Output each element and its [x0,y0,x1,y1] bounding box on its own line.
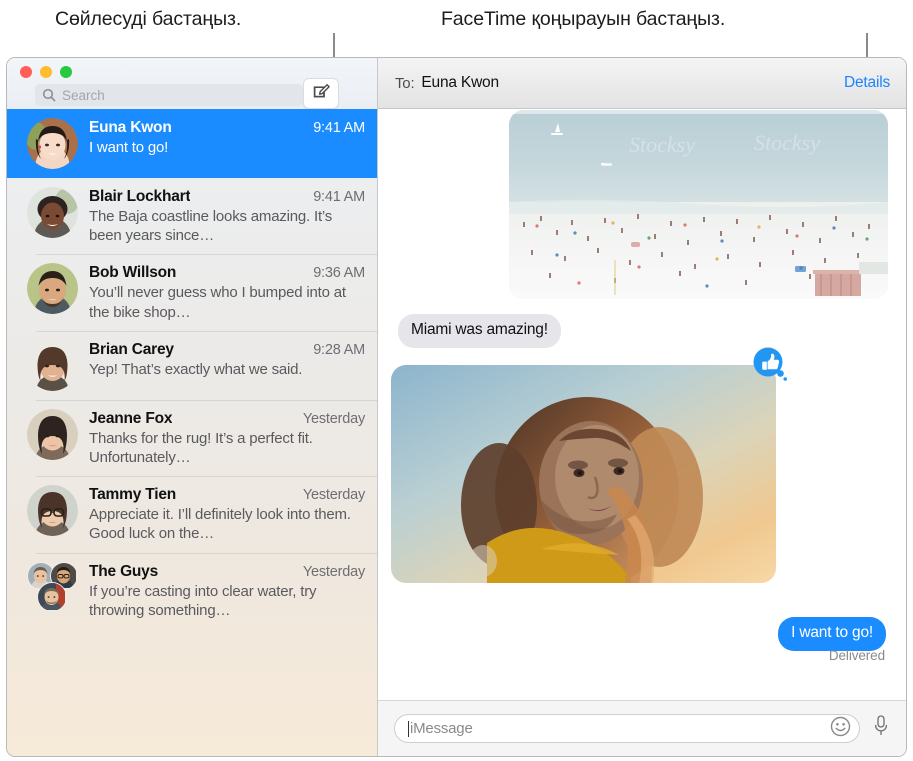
conversation-text: Brian Carey 9:28 AM Yep! That’s exactly … [89,340,365,379]
conversation-name: The Guys [89,562,159,580]
message-status-delivered: Delivered [828,648,885,663]
sidebar-toolbar: Search [7,58,377,109]
avatar [27,263,78,315]
traffic-lights [20,66,72,78]
conversation-row-the-guys[interactable]: The Guys Yesterday If you’re casting int… [7,552,377,629]
svg-text:Stocksy: Stocksy [629,132,695,157]
zoom-window-button[interactable] [60,66,72,78]
conversation-time: Yesterday [302,410,365,427]
conversation-text: Jeanne Fox Yesterday Thanks for the rug!… [89,409,365,467]
screenshot-root: Сөйлесуді бастаңыз. FaceTime қоңырауын б… [0,0,913,761]
imessage-placeholder: iMessage [410,720,473,737]
conversation-preview: The Baja coastline looks amazing. It’s b… [89,208,333,245]
conversation-preview: Thanks for the rug! It’s a perfect fit. … [89,429,313,466]
conversation-list[interactable]: Euna Kwon 9:41 AM I want to go! Blair Lo… [7,109,377,756]
conversation-text: Euna Kwon 9:41 AM I want to go! [89,118,365,157]
conversation-time: 9:41 AM [313,189,365,205]
conversation-time: 9:36 AM [313,265,365,282]
dictation-button[interactable] [870,715,892,743]
minimize-window-button[interactable] [40,66,52,78]
search-icon [42,88,56,102]
messages-window: Search Euna Kwon 9:41 AM I want to go! B… [6,57,907,757]
conversation-name: Jeanne Fox [89,409,173,427]
smiley-icon[interactable] [830,716,851,742]
message-photo-portrait[interactable] [391,365,776,583]
conversation-name: Brian Carey [89,340,174,358]
conversation-time: Yesterday [302,487,365,504]
group-avatar-member-3 [37,581,67,612]
conversation-row-tammy-tien[interactable]: Tammy Tien Yesterday Appreciate it. I’ll… [7,476,377,552]
message-thread: Stocksy Stocksy Miami was amazing! I wan… [378,109,906,700]
conversation-name: Bob Willson [89,264,177,282]
conversation-preview: Yep! That’s exactly what we said. [89,360,303,378]
avatar [27,187,78,238]
conversation-name: Blair Lockhart [89,188,191,205]
message-photo-beach[interactable]: Stocksy Stocksy [509,110,888,299]
conversation-row-blair-lockhart[interactable]: Blair Lockhart 9:41 AM The Baja coastlin… [7,178,377,254]
sidebar: Search Euna Kwon 9:41 AM I want to go! B… [7,58,378,756]
compose-button[interactable] [303,78,339,109]
group-avatar [27,561,78,613]
avatar [27,118,78,169]
conversation-text: Blair Lockhart 9:41 AM The Baja coastlin… [89,187,365,245]
svg-text:Stocksy: Stocksy [754,130,820,155]
tapback-thumbs-up-icon[interactable] [751,346,789,384]
message-bubble-incoming-text[interactable]: Miami was amazing! [398,314,561,348]
conversation-row-bob-willson[interactable]: Bob Willson 9:36 AM You’ll never guess w… [7,254,377,330]
callout-label-start-conversation: Сөйлесуді бастаңыз. [55,8,242,30]
avatar [27,408,78,460]
conversation-row-euna-kwon[interactable]: Euna Kwon 9:41 AM I want to go! [7,109,377,178]
avatar [27,339,78,391]
avatar [27,485,78,537]
conversation-name: Euna Kwon [89,119,172,136]
conversation-row-brian-carey[interactable]: Brian Carey 9:28 AM Yep! That’s exactly … [7,330,377,400]
recipient-name[interactable]: Euna Kwon [421,74,499,92]
search-input[interactable]: Search [35,84,303,106]
conversation-text: The Guys Yesterday If you’re casting int… [89,562,365,620]
conversation-time: 9:28 AM [313,341,365,358]
callout-label-start-facetime: FaceTime қоңырауын бастаңыз. [441,8,726,30]
conversation-preview: I want to go! [89,139,169,156]
compose-icon [312,82,331,106]
conversation-header: To: Euna Kwon Details [378,58,906,109]
details-button[interactable]: Details [844,74,890,92]
close-window-button[interactable] [20,66,32,78]
conversation-name: Tammy Tien [89,486,177,504]
message-input-bar: iMessage [378,700,906,756]
conversation-text: Tammy Tien Yesterday Appreciate it. I’ll… [89,485,365,543]
text-cursor [408,720,409,737]
conversation-preview: If you’re casting into clear water, try … [89,582,317,619]
conversation-preview: Appreciate it. I’ll definitely look into… [89,506,351,543]
imessage-input[interactable]: iMessage [394,714,860,743]
conversation-row-jeanne-fox[interactable]: Jeanne Fox Yesterday Thanks for the rug!… [7,399,377,476]
to-label: To: [395,74,415,92]
message-bubble-outgoing-text[interactable]: I want to go! [778,617,886,651]
search-placeholder: Search [62,87,105,103]
conversation-text: Bob Willson 9:36 AM You’ll never guess w… [89,263,365,321]
conversation-pane: To: Euna Kwon Details Stocksy Stocksy Mi… [378,58,906,756]
conversation-time: Yesterday [302,563,365,580]
conversation-time: 9:41 AM [313,120,365,136]
microphone-icon [873,714,889,743]
conversation-preview: You’ll never guess who I bumped into at … [89,284,346,321]
